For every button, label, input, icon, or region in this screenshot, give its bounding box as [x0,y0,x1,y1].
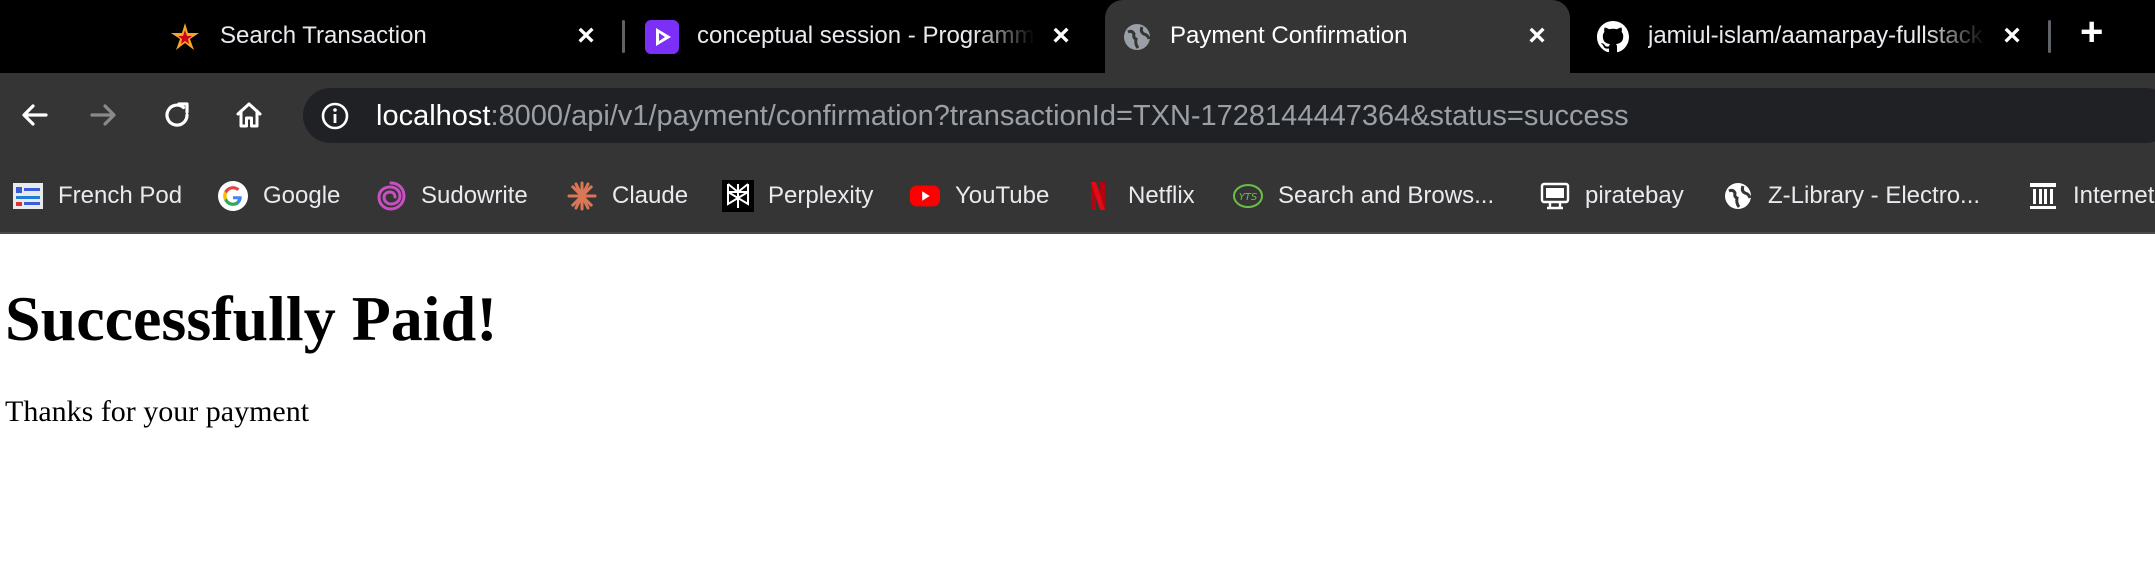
bookmark-label: Search and Brows... [1278,182,1495,209]
arrow-right-icon [90,104,116,126]
close-tab-button[interactable]: × [1994,18,2030,54]
payment-message: Thanks for your payment [5,395,310,428]
tab-conceptual-session[interactable]: conceptual session - Programming Hero × [645,0,1100,73]
netflix-icon [1082,180,1114,212]
yts-icon: YTS [1232,180,1264,212]
globe-icon [1120,20,1154,54]
bookmark-claude[interactable]: Claude [566,177,688,215]
bookmark-label: Google [263,182,341,209]
youtube-icon [909,180,941,212]
forward-button[interactable] [80,91,128,139]
bookmark-sudowrite[interactable]: Sudowrite [375,177,528,215]
github-icon [1596,20,1630,54]
url-text: localhost:8000/api/v1/payment/confirmati… [376,100,1629,132]
address-bar[interactable]: localhost:8000/api/v1/payment/confirmati… [303,88,2155,143]
bookmark-label: Claude [612,182,689,209]
frenchpod-icon [12,180,44,212]
tab-title: jamiul-islam/aamarpay-fullstack [1648,22,1983,49]
tab-separator [2048,20,2051,53]
bookmark-label: Netflix [1128,182,1195,209]
bookmarks-bar: French Pod Google Sudowrite Claude Perpl… [0,157,2155,234]
home-button[interactable] [225,91,273,139]
browser-toolbar: localhost:8000/api/v1/payment/confirmati… [0,73,2155,157]
tab-payment-confirmation[interactable]: Payment Confirmation × [1105,0,1570,73]
page-title: Successfully Paid! [5,283,498,354]
tab-search-transaction[interactable]: Search Transaction × [168,0,608,73]
page-content: Successfully Paid! Thanks for your payme… [0,234,2155,575]
perplexity-icon [722,180,754,212]
claude-icon [566,180,598,212]
bookmark-z-library[interactable]: Z-Library - Electro... [1722,177,1980,215]
url-path: :8000/api/v1/payment/confirmation?transa… [490,100,1629,132]
bookmark-label: piratebay [1585,182,1684,209]
tab-strip: Search Transaction × conceptual session … [0,0,2155,73]
url-host: localhost [376,100,491,132]
reload-button[interactable] [153,91,201,139]
tab-github-repo[interactable]: jamiul-islam/aamarpay-fullstack × [1596,0,2036,73]
bookmark-netflix[interactable]: Netflix [1082,177,1195,215]
close-tab-button[interactable]: × [1043,18,1079,54]
arrow-left-icon [22,104,48,126]
bookmark-label: Z-Library - Electro... [1768,182,1981,209]
bookmark-google[interactable]: Google [217,177,340,215]
google-icon [217,180,249,212]
tab-separator [622,20,625,53]
reload-icon [165,102,189,127]
bookmark-label: French Pod [58,182,183,209]
bookmark-search-and-browse[interactable]: YTS Search and Brows... [1232,177,1494,215]
globe-icon [1722,180,1754,212]
svg-text:YTS: YTS [1239,192,1258,203]
bookmark-label: Internet Archive [2073,182,2155,209]
site-info-icon[interactable] [317,98,353,134]
bookmark-label: Sudowrite [421,182,528,209]
new-tab-button[interactable]: + [2068,0,2124,73]
plus-icon: + [2080,15,2104,49]
tab-title: conceptual session - Programming Hero [697,22,1035,49]
bookmark-perplexity[interactable]: Perplexity [722,177,873,215]
piratebay-icon [1539,180,1571,212]
bookmark-internet-archive[interactable]: Internet Archive [2027,177,2155,215]
play-logo-icon [645,20,679,54]
close-tab-button[interactable]: × [568,18,604,54]
bookmark-label: Perplexity [768,182,874,209]
archive-icon [2027,180,2059,212]
bookmark-french-pod[interactable]: French Pod [12,177,182,215]
bookmark-label: YouTube [955,182,1050,209]
close-tab-button[interactable]: × [1519,18,1555,54]
bookmark-youtube[interactable]: YouTube [909,177,1049,215]
home-icon [236,102,262,128]
bookmark-piratebay[interactable]: piratebay [1539,177,1684,215]
tab-title: Payment Confirmation [1170,22,1408,49]
star-burst-icon [168,20,202,54]
back-button[interactable] [10,91,58,139]
tab-title: Search Transaction [220,22,427,49]
sudowrite-icon [375,180,407,212]
